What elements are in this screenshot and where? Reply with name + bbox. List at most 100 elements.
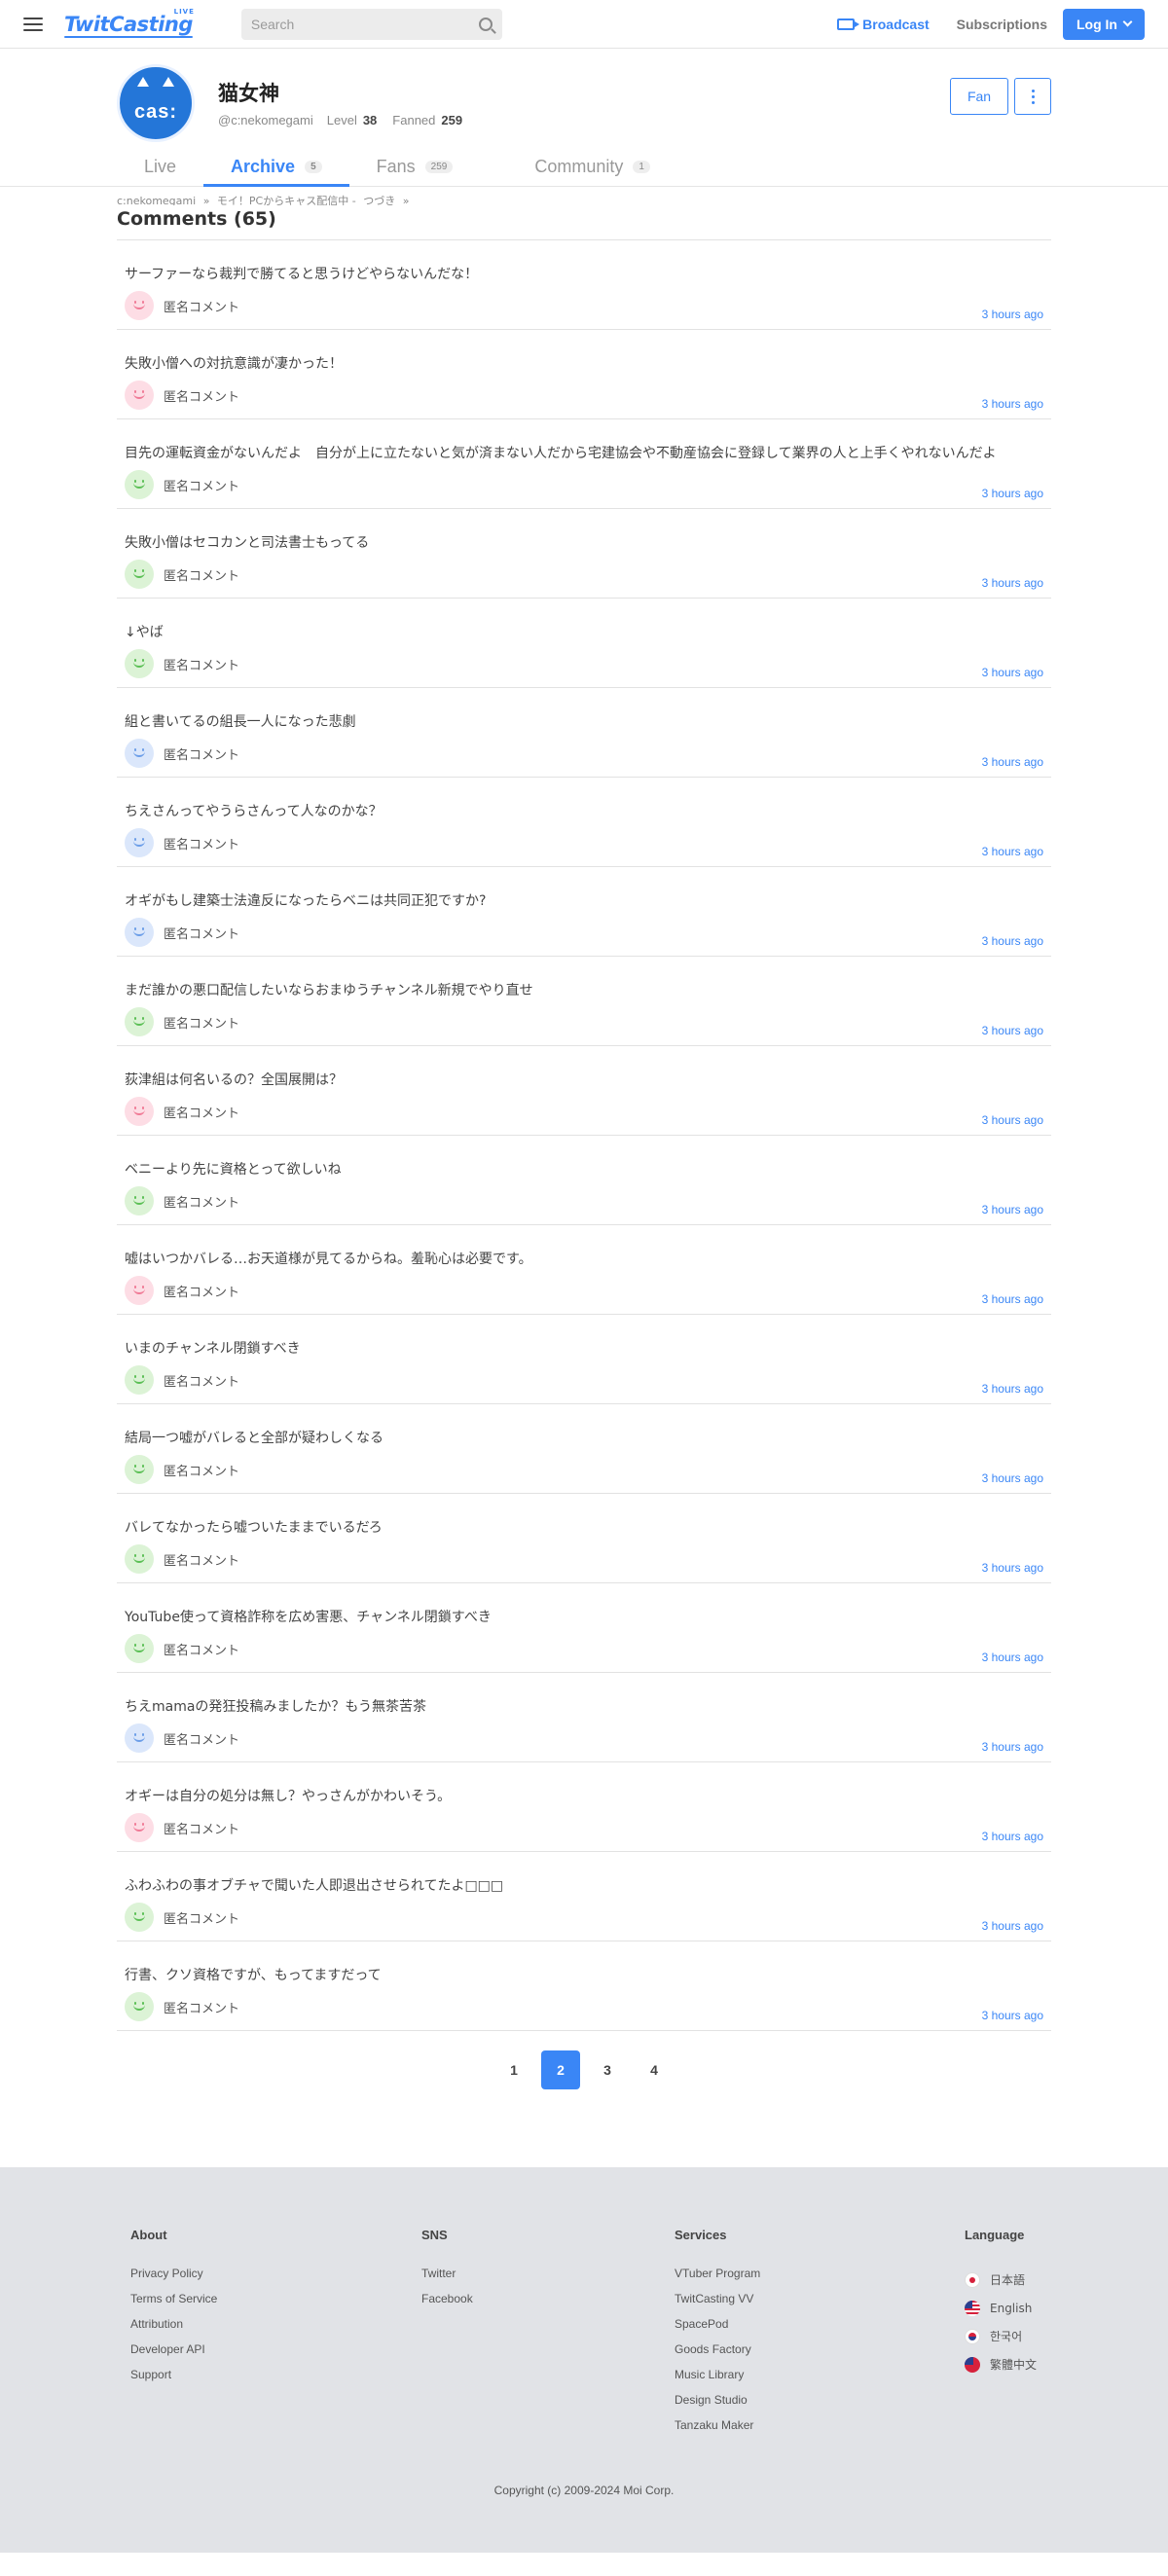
footer-link[interactable]: Tanzaku Maker (675, 2417, 760, 2443)
jp-flag-icon (965, 2271, 980, 2288)
login-label: Log In (1077, 16, 1117, 32)
comment-author-name: 匿名コメント (164, 568, 240, 584)
footer-link[interactable]: Twitter (421, 2266, 473, 2291)
comment-text: バレてなかったら嘘ついたままでいるだろ (125, 1520, 383, 1536)
broadcast-link[interactable]: Broadcast (837, 17, 930, 32)
tab-live[interactable]: Live (117, 147, 203, 186)
comment-timestamp[interactable]: 3 hours ago (982, 1651, 1043, 1664)
comment-timestamp[interactable]: 3 hours ago (982, 576, 1043, 590)
comment-timestamp[interactable]: 3 hours ago (982, 1203, 1043, 1216)
fan-button[interactable]: Fan (950, 78, 1008, 115)
footer-link[interactable]: Terms of Service (130, 2291, 217, 2316)
menu-icon[interactable] (23, 17, 43, 31)
footer-link[interactable]: Facebook (421, 2291, 473, 2316)
comment-text: 失敗小僧への対抗意識が凄かった！ (125, 356, 343, 372)
comment-text: 結局一つ嘘がバレると全部が疑わしくなる (125, 1431, 383, 1446)
page-1-button[interactable]: 1 (494, 2050, 533, 2089)
avatar[interactable]: cas: (117, 64, 195, 142)
level-label: Level (326, 113, 357, 127)
footer-link[interactable]: TwitCasting VV (675, 2291, 760, 2316)
footer-link[interactable]: Attribution (130, 2316, 217, 2341)
fanned-label: Fanned (392, 113, 436, 127)
subscriptions-link[interactable]: Subscriptions (957, 17, 1047, 32)
comment-timestamp[interactable]: 3 hours ago (982, 1382, 1043, 1396)
language-option[interactable]: 繁體中文 (965, 2350, 1037, 2378)
comment-author-name: 匿名コメント (164, 2001, 240, 2016)
comment-row: 失敗小僧はセコカンと司法書士もってる 匿名コメント 3 hours ago (117, 509, 1051, 599)
comment-timestamp[interactable]: 3 hours ago (982, 666, 1043, 679)
anonymous-face-icon (125, 649, 154, 678)
footer-link[interactable]: Developer API (130, 2341, 217, 2367)
comment-list: サーファーなら裁判で勝てると思うけどやらないんだな！ 匿名コメント 3 hours … (117, 240, 1051, 2031)
breadcrumb-user[interactable]: c:nekomegami (117, 195, 196, 205)
comment-row: ちえさんってやうらさんって人なのかな？ 匿名コメント 3 hours ago (117, 778, 1051, 867)
comment-timestamp[interactable]: 3 hours ago (982, 1919, 1043, 1933)
footer-link[interactable]: Design Studio (675, 2392, 760, 2417)
comment-timestamp[interactable]: 3 hours ago (982, 1561, 1043, 1575)
footer-services-title: Services (675, 2228, 727, 2242)
tab-community[interactable]: Community 1 (507, 147, 677, 186)
comment-timestamp[interactable]: 3 hours ago (982, 1830, 1043, 1843)
comment-author: 匿名コメント (125, 739, 239, 768)
comment-author: 匿名コメント (125, 1813, 239, 1842)
comment-text: 荻津組は何名いるの？全国展開は？ (125, 1072, 343, 1088)
footer-link[interactable]: SpacePod (675, 2316, 760, 2341)
page-2-button[interactable]: 2 (541, 2050, 580, 2089)
anonymous-face-icon (125, 918, 154, 947)
comment-timestamp[interactable]: 3 hours ago (982, 1740, 1043, 1754)
comment-timestamp[interactable]: 3 hours ago (982, 845, 1043, 858)
comment-timestamp[interactable]: 3 hours ago (982, 1471, 1043, 1485)
language-option[interactable]: 한국어 (965, 2322, 1037, 2350)
comment-timestamp[interactable]: 3 hours ago (982, 2009, 1043, 2022)
comment-text: サーファーなら裁判で勝てると思うけどやらないんだな！ (125, 267, 479, 282)
more-options-icon[interactable] (1014, 78, 1051, 115)
logo-live-badge: LIVE (173, 7, 195, 16)
anonymous-face-icon (125, 1992, 154, 2021)
anonymous-face-icon (125, 291, 154, 320)
comment-timestamp[interactable]: 3 hours ago (982, 308, 1043, 321)
comment-author-name: 匿名コメント (164, 479, 240, 494)
search-icon[interactable] (478, 17, 493, 31)
comment-timestamp[interactable]: 3 hours ago (982, 1024, 1043, 1037)
anonymous-face-icon (125, 1276, 154, 1305)
comment-author: 匿名コメント (125, 560, 239, 589)
comment-timestamp[interactable]: 3 hours ago (982, 1292, 1043, 1306)
footer-link[interactable]: VTuber Program (675, 2266, 760, 2291)
language-label: 繁體中文 (990, 2358, 1038, 2372)
comment-timestamp[interactable]: 3 hours ago (982, 934, 1043, 948)
profile-meta: @c:nekomegami Level 38 Fanned 259 (218, 113, 472, 127)
footer-link[interactable]: Support (130, 2367, 217, 2392)
video-camera-icon (837, 18, 860, 30)
breadcrumb: c:nekomegami » モイ！PCからキャス配信中 - つづき » (117, 187, 1051, 205)
comment-author: 匿名コメント (125, 828, 239, 857)
comment-timestamp[interactable]: 3 hours ago (982, 1113, 1043, 1127)
footer-link[interactable]: Music Library (675, 2367, 760, 2392)
twitcasting-logo[interactable]: TwitCasting LIVE (64, 8, 194, 38)
search-box[interactable] (240, 8, 502, 40)
page-3-button[interactable]: 3 (588, 2050, 627, 2089)
comment-row: オギーは自分の処分は無し？やっさんがかわいそう。 匿名コメント 3 hours ag… (117, 1762, 1051, 1852)
comment-author: 匿名コメント (125, 1097, 239, 1126)
footer-link[interactable]: Goods Factory (675, 2341, 760, 2367)
breadcrumb-movie-cont[interactable]: つづき (363, 195, 395, 205)
anonymous-face-icon (125, 381, 154, 410)
fanned-value: 259 (441, 113, 463, 127)
tab-fans[interactable]: Fans 259 (349, 147, 481, 186)
comment-timestamp[interactable]: 3 hours ago (982, 487, 1043, 500)
login-button[interactable]: Log In (1063, 8, 1145, 40)
footer-language-title: Language (965, 2228, 1025, 2242)
comment-author-name: 匿名コメント (164, 837, 240, 853)
language-option[interactable]: 日本語 (965, 2266, 1037, 2294)
comment-timestamp[interactable]: 3 hours ago (982, 397, 1043, 411)
comment-timestamp[interactable]: 3 hours ago (982, 755, 1043, 769)
tab-live-label: Live (144, 156, 177, 176)
comment-author: 匿名コメント (125, 1992, 239, 2021)
tab-archive[interactable]: Archive 5 (203, 147, 349, 187)
comment-text: ちえさんってやうらさんって人なのかな？ (125, 804, 383, 819)
comment-author: 匿名コメント (125, 1276, 239, 1305)
language-option[interactable]: English (965, 2294, 1037, 2322)
footer-link[interactable]: Privacy Policy (130, 2266, 217, 2291)
search-input[interactable] (250, 16, 479, 32)
page-4-button[interactable]: 4 (635, 2050, 674, 2089)
breadcrumb-movie[interactable]: モイ！PCからキャス配信中 - (217, 195, 356, 205)
